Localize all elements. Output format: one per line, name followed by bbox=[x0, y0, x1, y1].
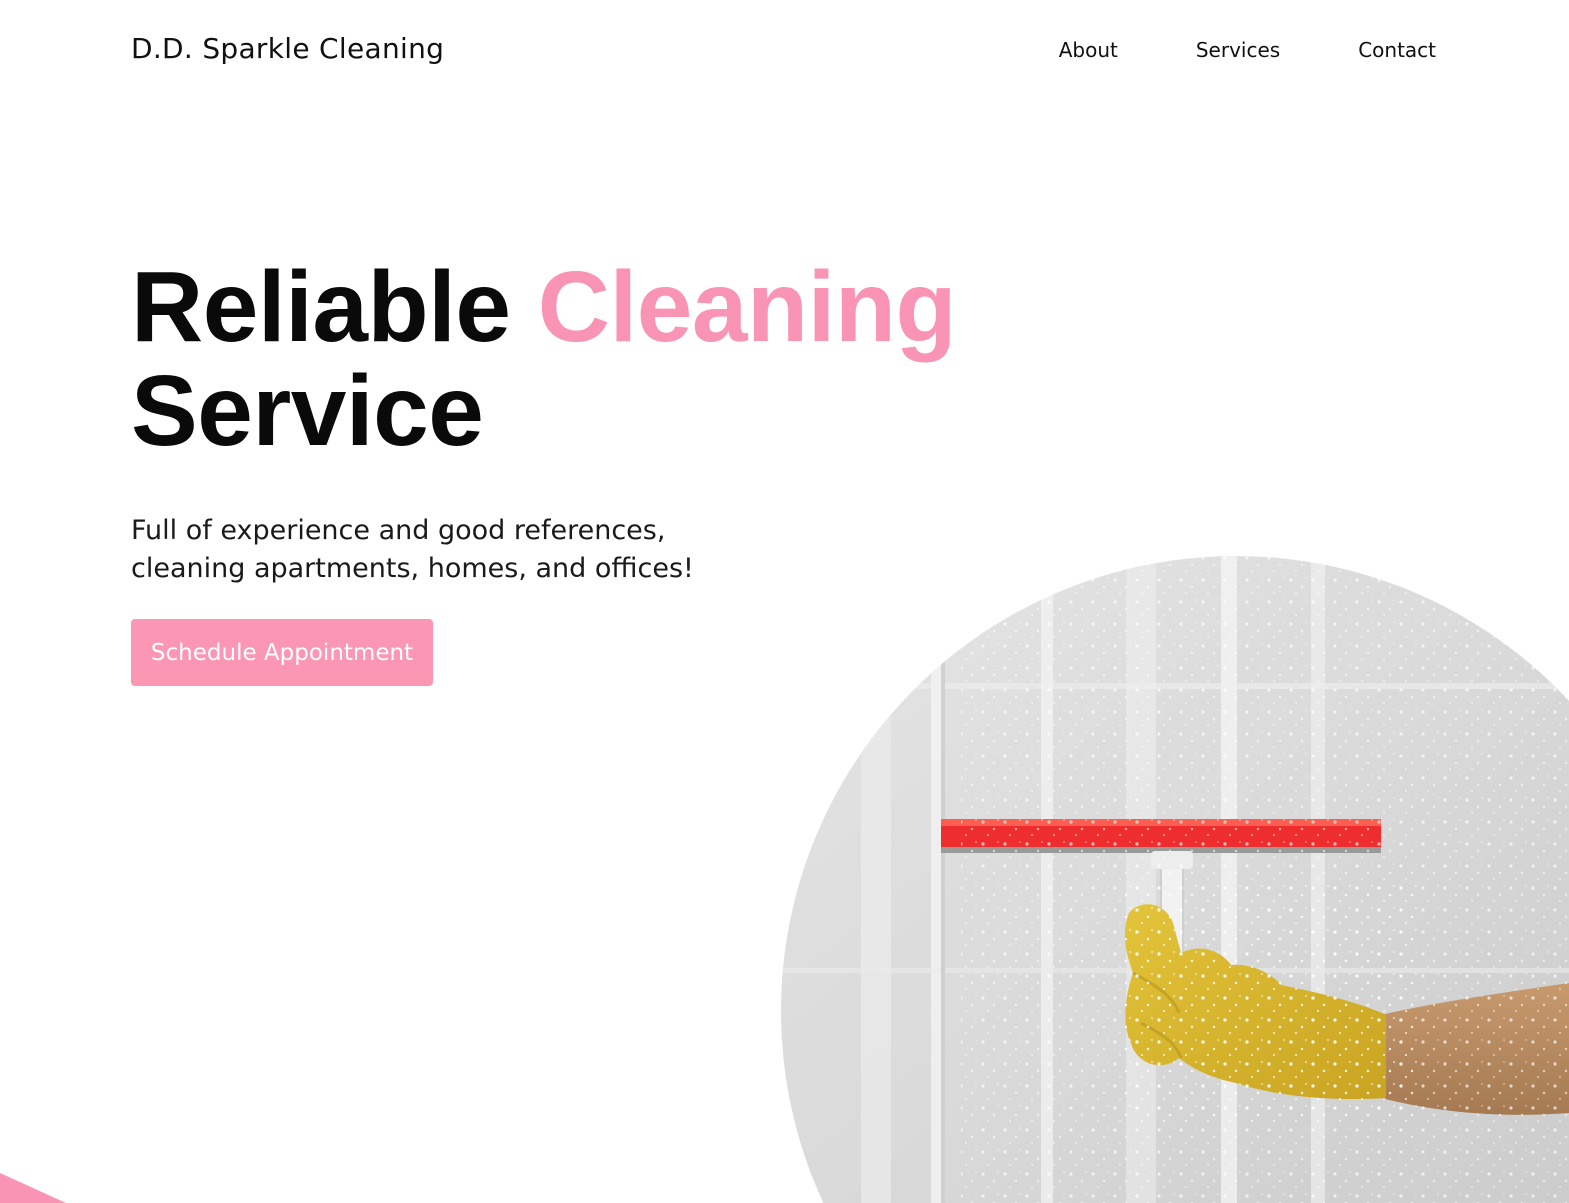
headline-word-service: Service bbox=[131, 355, 484, 467]
subtitle-line-1: Full of experience and good references, bbox=[131, 515, 666, 546]
hero-headline: Reliable Cleaning Service bbox=[131, 255, 957, 463]
corner-accent-shape bbox=[0, 1173, 66, 1203]
schedule-appointment-button[interactable]: Schedule Appointment bbox=[131, 619, 433, 686]
headline-word-cleaning: Cleaning bbox=[537, 251, 957, 363]
brand-logo-text[interactable]: D.D. Sparkle Cleaning bbox=[131, 32, 444, 65]
hero-cleaning-photo bbox=[781, 556, 1569, 1203]
landing-page: D.D. Sparkle Cleaning About Services Con… bbox=[0, 0, 1569, 1203]
nav-link-contact[interactable]: Contact bbox=[1358, 38, 1436, 62]
nav-link-services[interactable]: Services bbox=[1196, 38, 1280, 62]
photo-content bbox=[781, 556, 1569, 1203]
main-nav: About Services Contact bbox=[1059, 38, 1436, 62]
hero-subtitle: Full of experience and good references, c… bbox=[131, 512, 771, 588]
headline-word-reliable: Reliable bbox=[131, 251, 511, 363]
subtitle-line-2: cleaning apartments, homes, and offices! bbox=[131, 553, 694, 584]
nav-link-about[interactable]: About bbox=[1059, 38, 1118, 62]
